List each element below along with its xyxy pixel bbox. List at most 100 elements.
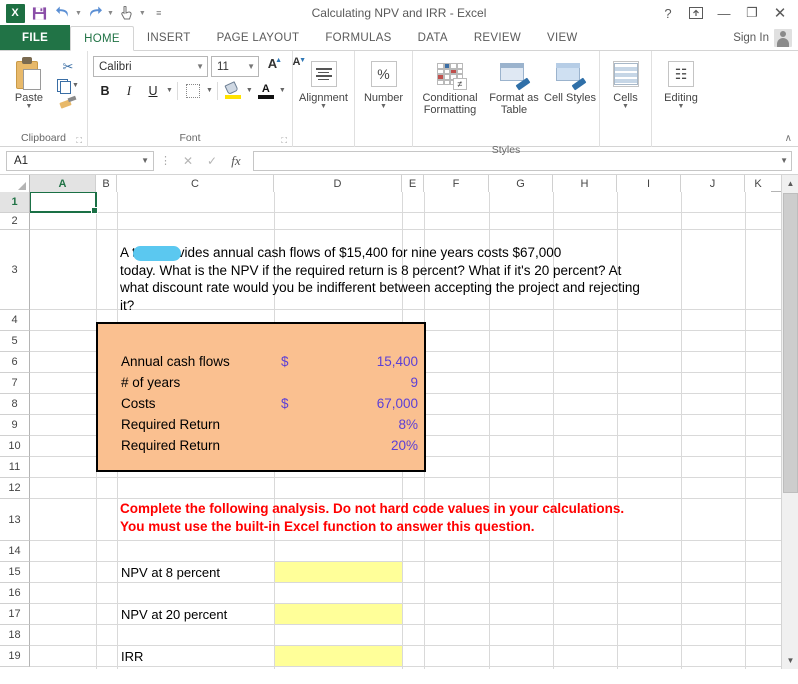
tab-insert[interactable]: INSERT bbox=[134, 25, 204, 50]
row-header-12[interactable]: 12 bbox=[0, 478, 30, 499]
column-header-j[interactable]: J bbox=[681, 175, 745, 192]
column-header-g[interactable]: G bbox=[489, 175, 553, 192]
row-header-column[interactable]: 1 2 3 4 5 6 7 8 9 10 11 12 13 14 15 16 1… bbox=[0, 192, 30, 667]
help-icon[interactable]: ? bbox=[654, 1, 682, 25]
row-header-13[interactable]: 13 bbox=[0, 499, 30, 541]
row-header-9[interactable]: 9 bbox=[0, 415, 30, 436]
cut-button[interactable]: ✂ bbox=[63, 59, 74, 75]
row-header-4[interactable]: 4 bbox=[0, 310, 30, 331]
sign-in-label[interactable]: Sign In bbox=[733, 32, 769, 44]
tab-review[interactable]: REVIEW bbox=[461, 25, 534, 50]
tab-page-layout[interactable]: PAGE LAYOUT bbox=[204, 25, 313, 50]
row-header-8[interactable]: 8 bbox=[0, 394, 30, 415]
row-header-14[interactable]: 14 bbox=[0, 541, 30, 562]
row-header-3[interactable]: 3 bbox=[0, 230, 30, 310]
column-header-e[interactable]: E bbox=[402, 175, 424, 192]
tab-data[interactable]: DATA bbox=[405, 25, 461, 50]
underline-dropdown-caret[interactable]: ▼ bbox=[166, 88, 173, 94]
column-header-h[interactable]: H bbox=[553, 175, 617, 192]
increase-font-size-button[interactable]: A ▲ bbox=[262, 56, 283, 77]
tab-view[interactable]: VIEW bbox=[534, 25, 591, 50]
borders-button[interactable] bbox=[182, 80, 204, 102]
collapse-ribbon-icon[interactable]: ∧ bbox=[785, 133, 792, 144]
row-header-2[interactable]: 2 bbox=[0, 213, 30, 230]
scroll-down-arrow-icon[interactable]: ▼ bbox=[782, 652, 798, 669]
enter-formula-icon[interactable]: ✓ bbox=[201, 151, 223, 171]
touch-mouse-mode-icon[interactable] bbox=[116, 2, 138, 24]
answer-cell-npv-20[interactable] bbox=[275, 604, 402, 624]
clipboard-dialog-launcher-icon[interactable]: ⛶ bbox=[76, 136, 82, 146]
name-box[interactable]: A1 ▼ bbox=[6, 151, 154, 171]
font-name-caret-icon[interactable]: ▼ bbox=[196, 62, 204, 71]
tab-home[interactable]: HOME bbox=[70, 26, 134, 51]
sign-in-area[interactable]: Sign In bbox=[733, 29, 792, 47]
ribbon-tab-strip[interactable]: FILE HOME INSERT PAGE LAYOUT FORMULAS DA… bbox=[0, 26, 798, 51]
tab-file[interactable]: FILE bbox=[0, 25, 70, 50]
column-header-row[interactable]: A B C D E F G H I J K bbox=[0, 175, 781, 192]
format-painter-button[interactable] bbox=[60, 96, 76, 109]
input-value-num-years[interactable]: 9 bbox=[280, 375, 418, 390]
column-header-i[interactable]: I bbox=[617, 175, 681, 192]
font-name-combo[interactable]: Calibri ▼ bbox=[93, 56, 208, 77]
answer-cell-irr[interactable] bbox=[275, 646, 402, 666]
save-icon[interactable] bbox=[28, 2, 50, 24]
redo-dropdown-caret[interactable]: ▼ bbox=[107, 10, 114, 17]
cancel-formula-icon[interactable]: ✕ bbox=[177, 151, 199, 171]
insert-function-icon[interactable]: fx bbox=[225, 151, 247, 171]
column-header-b[interactable]: B bbox=[96, 175, 117, 192]
input-value-required-return-8[interactable]: 8% bbox=[280, 417, 418, 432]
touch-mode-dropdown-caret[interactable]: ▼ bbox=[139, 10, 146, 17]
input-value-costs[interactable]: 67,000 bbox=[280, 396, 418, 411]
paste-button[interactable]: Paste ▼ bbox=[3, 54, 55, 110]
column-header-k[interactable]: K bbox=[745, 175, 771, 192]
format-as-table-button[interactable]: Format as Table bbox=[484, 54, 544, 144]
copy-dropdown-caret[interactable]: ▼ bbox=[72, 83, 79, 89]
ribbon-display-options-icon[interactable] bbox=[682, 1, 710, 25]
answer-cell-npv-8[interactable] bbox=[275, 562, 402, 582]
row-header-6[interactable]: 6 bbox=[0, 352, 30, 373]
number-button[interactable]: % Number ▼ bbox=[358, 54, 409, 144]
redo-icon[interactable] bbox=[84, 2, 106, 24]
font-color-dropdown-caret[interactable]: ▼ bbox=[279, 88, 286, 94]
close-icon[interactable]: ✕ bbox=[766, 1, 794, 25]
underline-button[interactable]: U bbox=[142, 80, 164, 102]
row-header-16[interactable]: 16 bbox=[0, 583, 30, 604]
quick-access-toolbar[interactable]: X ▼ ▼ ▼ ≡ bbox=[0, 2, 170, 24]
spreadsheet-grid[interactable]: A B C D E F G H I J K 1 2 3 4 5 6 7 8 9 … bbox=[0, 175, 798, 669]
number-dropdown-caret[interactable]: ▼ bbox=[380, 104, 387, 110]
restore-icon[interactable]: ❐ bbox=[738, 1, 766, 25]
bold-button[interactable]: B bbox=[94, 80, 116, 102]
selected-cell-a1[interactable] bbox=[30, 192, 97, 213]
row-header-7[interactable]: 7 bbox=[0, 373, 30, 394]
vertical-scrollbar-thumb[interactable] bbox=[783, 193, 798, 493]
input-value-annual-cash-flows[interactable]: 15,400 bbox=[280, 354, 418, 369]
tab-formulas[interactable]: FORMULAS bbox=[312, 25, 404, 50]
editing-button[interactable]: ☷ Editing ▼ bbox=[655, 54, 707, 144]
cells-canvas[interactable]: A that provides annual cash flows of $15… bbox=[30, 192, 781, 669]
paste-dropdown-caret[interactable]: ▼ bbox=[26, 104, 33, 110]
cells-button[interactable]: Cells ▼ bbox=[603, 54, 648, 144]
scroll-up-arrow-icon[interactable]: ▲ bbox=[782, 175, 798, 192]
row-header-1[interactable]: 1 bbox=[0, 192, 30, 213]
select-all-corner[interactable] bbox=[0, 175, 30, 192]
input-value-required-return-20[interactable]: 20% bbox=[280, 438, 418, 453]
window-controls[interactable]: ? — ❐ ✕ bbox=[654, 0, 794, 26]
column-header-c[interactable]: C bbox=[117, 175, 274, 192]
font-size-combo[interactable]: 11 ▼ bbox=[211, 56, 259, 77]
cell-styles-button[interactable]: Cell Styles bbox=[544, 54, 596, 144]
conditional-formatting-button[interactable]: ≠ Conditional Formatting bbox=[416, 54, 484, 144]
italic-button[interactable]: I bbox=[118, 80, 140, 102]
copy-button[interactable]: ▼ bbox=[57, 79, 79, 92]
row-header-17[interactable]: 17 bbox=[0, 604, 30, 625]
row-header-11[interactable]: 11 bbox=[0, 457, 30, 478]
vertical-scrollbar[interactable]: ▲ ▼ bbox=[781, 175, 798, 669]
borders-dropdown-caret[interactable]: ▼ bbox=[206, 88, 213, 94]
fill-color-dropdown-caret[interactable]: ▼ bbox=[246, 88, 253, 94]
cells-dropdown-caret[interactable]: ▼ bbox=[622, 104, 629, 110]
row-header-18[interactable]: 18 bbox=[0, 625, 30, 646]
column-header-a[interactable]: A bbox=[30, 175, 96, 192]
fill-color-button[interactable] bbox=[222, 80, 244, 102]
alignment-button[interactable]: Alignment ▼ bbox=[296, 54, 351, 144]
column-header-f[interactable]: F bbox=[424, 175, 489, 192]
name-box-caret-icon[interactable]: ▼ bbox=[141, 156, 149, 165]
